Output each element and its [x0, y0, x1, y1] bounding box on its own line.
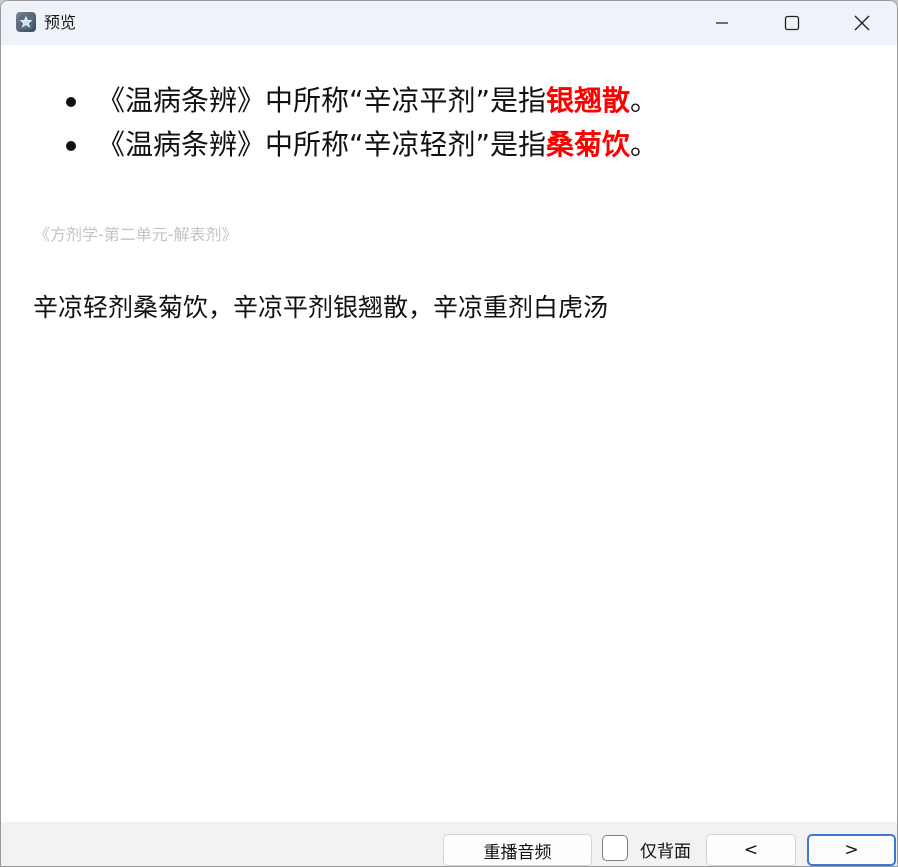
back-only-label[interactable]: 仅背面 [640, 837, 691, 862]
replay-audio-button[interactable]: 重播音频 [443, 834, 592, 866]
item-prefix: 《温病条辨》中所称“辛凉平剂”是指 [97, 84, 547, 117]
list-item: 《温病条辨》中所称“辛凉轻剂”是指桑菊饮。 [63, 123, 658, 167]
window-title: 预览 [44, 13, 77, 32]
list-item: 《温病条辨》中所称“辛凉平剂”是指银翘散。 [63, 79, 658, 123]
item-suffix: 。 [630, 128, 659, 161]
bullet-dot-icon [66, 141, 76, 151]
source-reference: 《方剂学-第二单元-解表剂》 [34, 225, 238, 244]
maximize-button[interactable] [757, 1, 827, 45]
next-button[interactable]: > [807, 834, 896, 866]
app-star-icon [16, 12, 36, 32]
minimize-button[interactable] [687, 1, 757, 45]
card-bullet-list: 《温病条辨》中所称“辛凉平剂”是指银翘散。 《温病条辨》中所称“辛凉轻剂”是指桑… [63, 79, 658, 167]
back-only-checkbox[interactable] [602, 835, 628, 861]
card-content: 《温病条辨》中所称“辛凉平剂”是指银翘散。 《温病条辨》中所称“辛凉轻剂”是指桑… [1, 45, 897, 822]
bullet-dot-icon [66, 97, 76, 107]
item-suffix: 。 [630, 84, 659, 117]
close-button[interactable] [827, 1, 897, 45]
title-bar[interactable]: 预览 [1, 1, 897, 45]
answer-text: 辛凉轻剂桑菊饮，辛凉平剂银翘散，辛凉重剂白虎汤 [33, 293, 609, 322]
maximize-icon [784, 15, 800, 31]
previous-button[interactable]: < [706, 834, 796, 866]
bottom-toolbar: 重播音频 仅背面 < > [1, 822, 897, 866]
close-icon [854, 15, 870, 31]
minimize-icon [716, 22, 728, 24]
item-highlight: 银翘散 [546, 84, 631, 117]
item-highlight: 桑菊饮 [546, 128, 631, 161]
item-prefix: 《温病条辨》中所称“辛凉轻剂”是指 [97, 128, 547, 161]
preview-window: 预览 《温病条辨》中所称“辛凉平剂”是指银翘散。 《温病条辨》中所称“辛凉轻剂”… [0, 0, 898, 867]
